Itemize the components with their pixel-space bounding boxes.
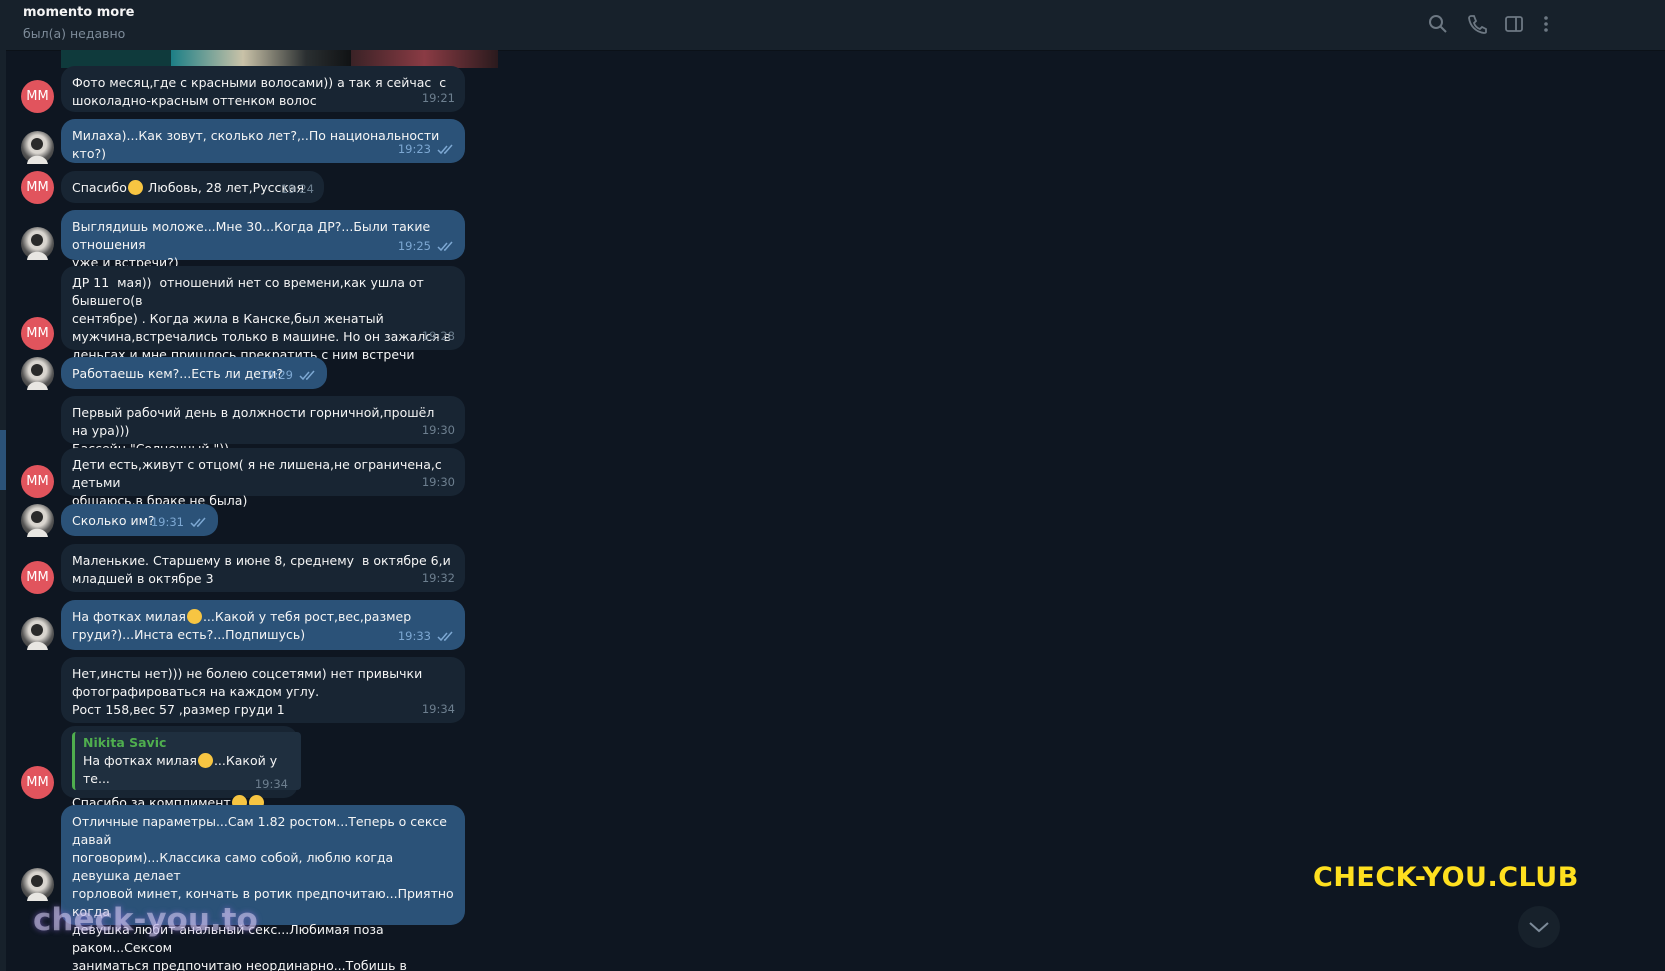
avatar[interactable] (21, 868, 54, 901)
message-out[interactable]: Выглядишь моложе...Мне 30...Когда ДР?...… (61, 210, 465, 270)
double-check-icon (190, 516, 208, 528)
reply-author: Nikita Savic (83, 735, 167, 750)
message-time: 19:34 (254, 777, 288, 791)
double-check-icon (299, 369, 317, 381)
message-text: Маленькие. Старшему в июне 8, среднему в… (72, 553, 451, 586)
heart-eyes-icon (186, 609, 202, 624)
message-text: Отличные параметры...Сам 1.82 ростом...Т… (72, 814, 454, 971)
chat-header: momento more был(а) недавно (0, 0, 1665, 51)
message-text: Нет,инсты нет))) не болею соцсетями) нет… (72, 666, 423, 717)
smiling-face-icon (127, 180, 143, 195)
avatar[interactable] (21, 227, 54, 260)
more-icon[interactable] (1535, 13, 1557, 35)
message-time: 19:34 (421, 702, 455, 716)
message-in[interactable]: Нет,инсты нет))) не болею соцсетями) нет… (61, 657, 465, 723)
avatar[interactable]: ММ (21, 465, 54, 498)
avatar[interactable]: ММ (21, 561, 54, 594)
watermark-overlay: check-you.to (33, 902, 258, 938)
message-time: 19:30 (421, 423, 455, 437)
double-check-icon (437, 630, 455, 642)
message-time: 19:23 (397, 142, 431, 156)
message-out[interactable]: Милаха)...Как зовут, сколько лет?,..По н… (61, 119, 465, 163)
message-time: 19:28 (421, 329, 455, 343)
avatar[interactable]: ММ (21, 317, 54, 350)
message-text: Спасибо Любовь, 28 лет,Русская (72, 180, 305, 195)
phone-icon[interactable] (1466, 13, 1488, 35)
scroll-to-bottom-button[interactable] (1518, 906, 1560, 948)
avatar[interactable]: ММ (21, 171, 54, 204)
heart-eyes-icon (197, 753, 213, 768)
message-text: Выглядишь моложе...Мне 30...Когда ДР?...… (72, 219, 431, 270)
double-check-icon (437, 143, 455, 155)
message-time: 19:32 (421, 571, 455, 585)
sidebar-toggle-icon[interactable] (1503, 13, 1525, 35)
avatar[interactable] (21, 131, 54, 164)
message-out[interactable]: Сколько им? 19:31 (61, 504, 218, 536)
message-in[interactable]: Спасибо Любовь, 28 лет,Русская 19:24 (61, 171, 324, 203)
message-text: ДР 11 мая)) отношений нет со времени,как… (72, 275, 451, 362)
double-check-icon (437, 240, 455, 252)
chevron-down-icon (1529, 922, 1549, 933)
search-icon[interactable] (1427, 13, 1449, 35)
message-time: 19:21 (421, 91, 455, 105)
avatar[interactable] (21, 504, 54, 537)
message-time: 19:25 (397, 239, 431, 253)
message-in[interactable]: Фото месяц,где с красными волосами)) а т… (61, 66, 465, 112)
brand-overlay: CHECK-YOU.CLUB (1313, 862, 1579, 893)
message-in[interactable]: Первый рабочий день в должности горнично… (61, 396, 465, 456)
message-out[interactable]: На фотках милая ...Какой у тебя рост,вес,… (61, 600, 465, 650)
message-list[interactable]: ММ Фото месяц,где с красными волосами)) … (6, 50, 1665, 971)
avatar[interactable]: ММ (21, 766, 54, 799)
message-time: 19:33 (397, 629, 431, 643)
message-in[interactable]: ДР 11 мая)) отношений нет со времени,как… (61, 266, 465, 362)
avatar[interactable] (21, 357, 54, 390)
chat-status: был(а) недавно (23, 26, 126, 41)
message-text: Дети есть,живут с отцом( я не лишена,не … (72, 457, 442, 508)
avatar[interactable]: ММ (21, 80, 54, 113)
message-in[interactable]: Маленькие. Старшему в июне 8, среднему в… (61, 544, 465, 592)
message-time: 19:24 (280, 182, 314, 196)
message-text: На фотках милая ...Какой у тебя рост,вес,… (72, 609, 412, 642)
message-in[interactable]: Дети есть,живут с отцом( я не лишена,не … (61, 448, 465, 508)
message-time: 19:30 (421, 475, 455, 489)
message-time: 19:31 (150, 515, 184, 529)
message-text: Фото месяц,где с красными волосами)) а т… (72, 75, 447, 108)
message-out[interactable]: Работаешь кем?...Есть ли дети? 19:29 (61, 357, 327, 389)
message-time: 19:29 (259, 368, 293, 382)
chat-title[interactable]: momento more (23, 5, 134, 20)
message-in[interactable]: Nikita Savic На фотках милая ...Какой у т… (61, 726, 301, 810)
message-text: Милаха)...Как зовут, сколько лет?,..По н… (72, 128, 444, 161)
avatar[interactable] (21, 617, 54, 650)
